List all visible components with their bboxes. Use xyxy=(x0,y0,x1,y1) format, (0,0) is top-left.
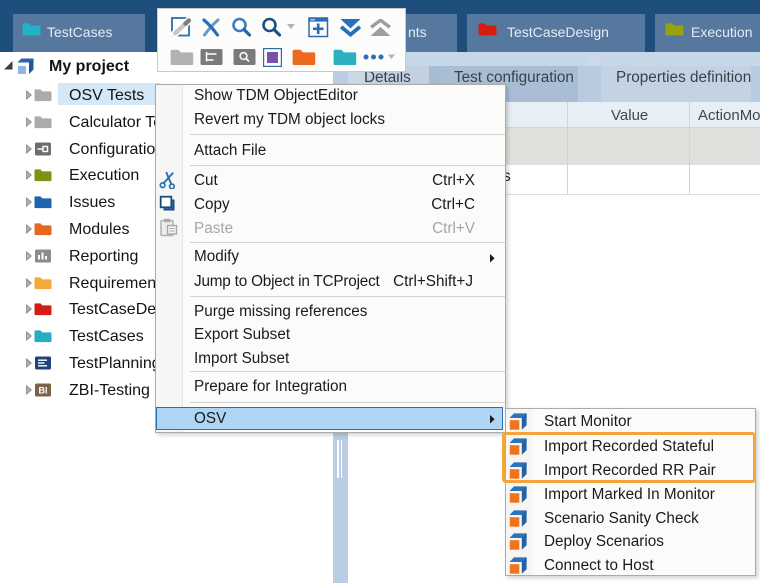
svg-text:BI: BI xyxy=(39,386,48,396)
